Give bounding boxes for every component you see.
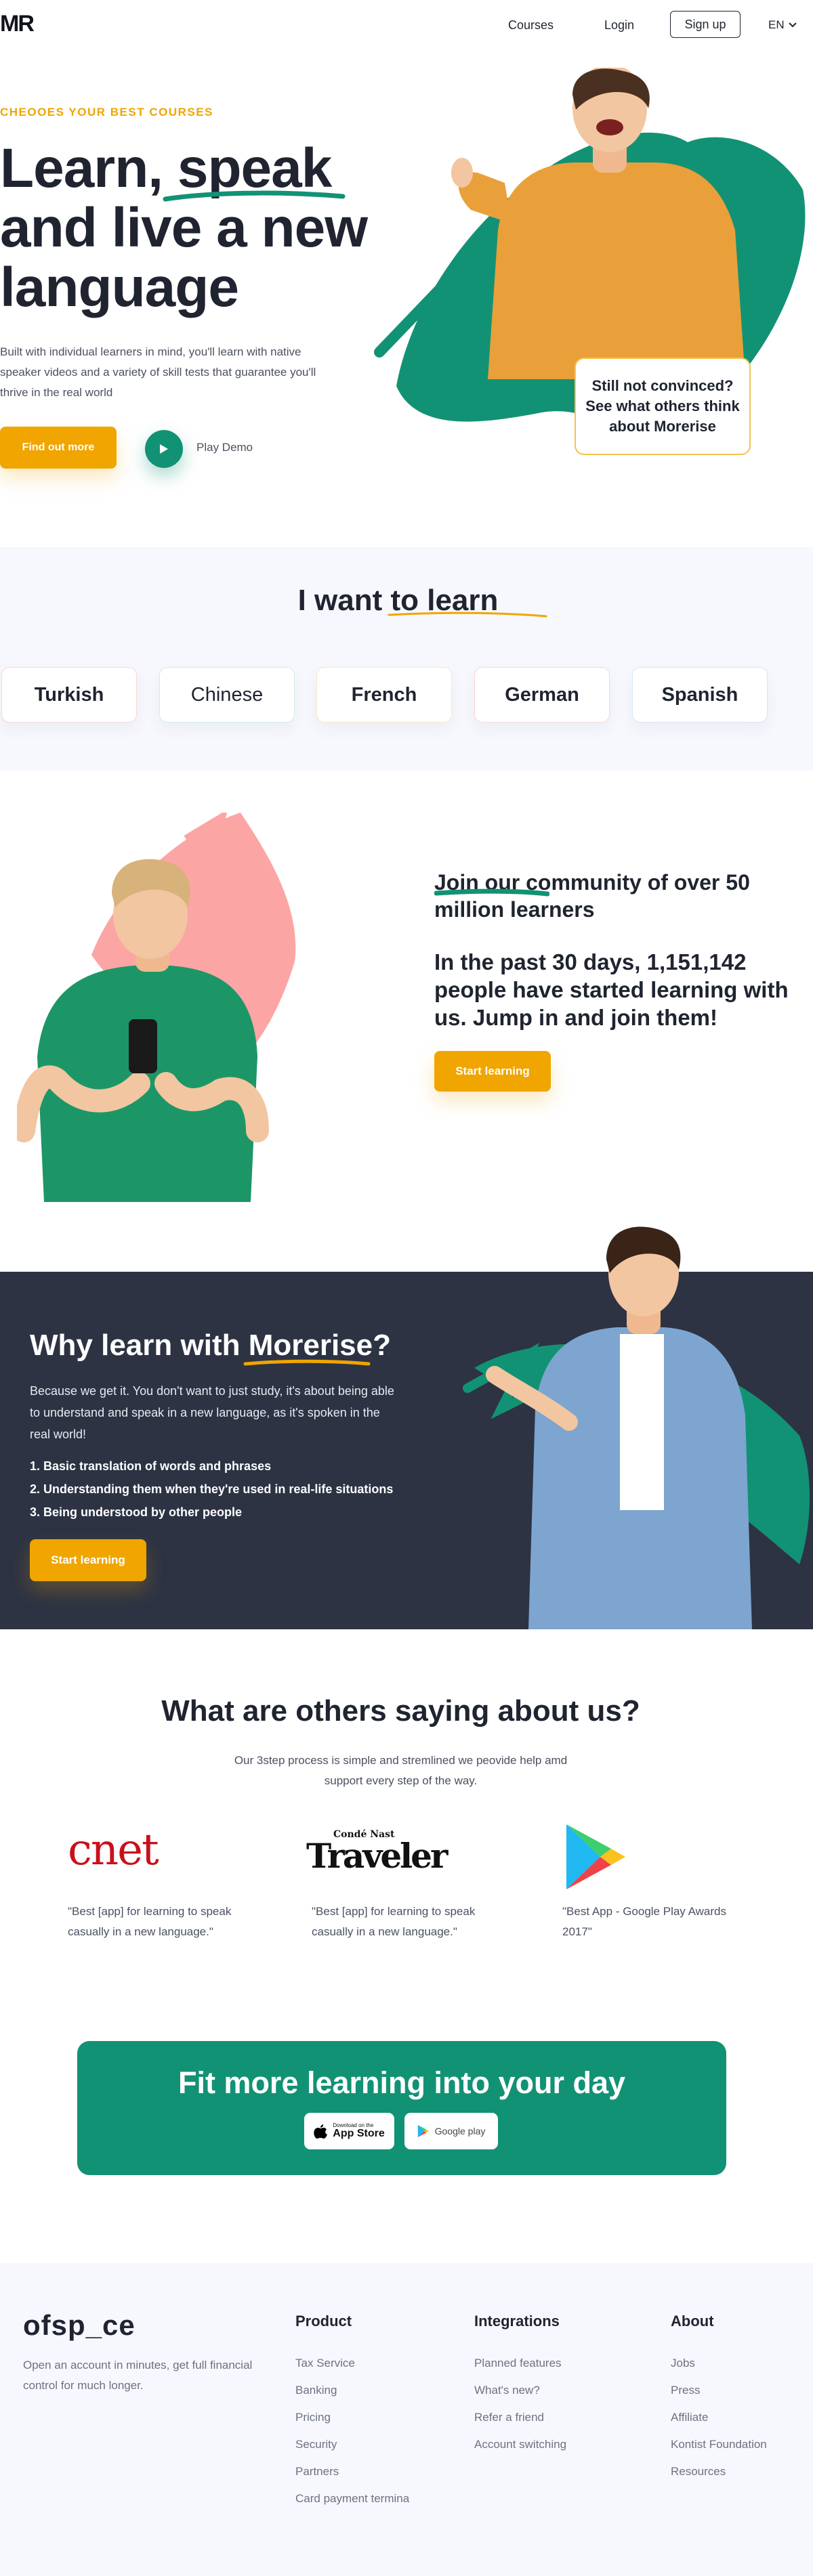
hero-title: Learn, speak and live a new language xyxy=(0,139,379,318)
testimonial-quote: "Best App - Google Play Awards 2017" xyxy=(562,1905,726,1938)
language-label: EN xyxy=(768,18,785,31)
footer-link[interactable]: Account switching xyxy=(474,2431,566,2458)
community-underline-stroke xyxy=(434,888,549,897)
band-title: Fit more learning into your day xyxy=(178,2065,626,2100)
app-download-band xyxy=(77,2041,726,2175)
testimonial-quote: "Best [app] for learning to speak casual… xyxy=(68,1905,232,1938)
title-underline-stroke xyxy=(163,190,346,202)
language-card-french[interactable]: French xyxy=(316,667,452,723)
start-learning-button[interactable]: Start learning xyxy=(434,1051,551,1092)
language-card-german[interactable]: German xyxy=(474,667,610,723)
footer-link[interactable]: Security xyxy=(295,2431,409,2458)
google-play-icon xyxy=(417,2124,429,2138)
footer-link[interactable]: Jobs xyxy=(671,2350,767,2377)
testimonials-title: What are others saying about us? xyxy=(161,1694,640,1727)
language-card-spanish[interactable]: Spanish xyxy=(632,667,768,723)
hero-eyebrow: CHEOOES YOUR BEST COURSES xyxy=(0,106,213,119)
language-card-chinese[interactable]: Chinese xyxy=(159,667,295,723)
hero-title-line-2: and live a new xyxy=(0,197,368,259)
nav-login-link[interactable]: Login xyxy=(604,18,634,33)
footer-description: Open an account in minutes, get full fin… xyxy=(23,2359,253,2392)
google-play-badge[interactable]: Google play xyxy=(404,2113,498,2149)
play-icon xyxy=(160,444,168,454)
footer-links-integrations: Planned features What's new? Refer a fri… xyxy=(474,2350,566,2458)
list-item: 3. Being understood by other people xyxy=(30,1505,243,1519)
orange-sweater xyxy=(488,163,745,379)
hero-description: Built with individual learners in mind, … xyxy=(0,345,316,399)
hero-title-line-3: language xyxy=(0,257,239,318)
traveler-logo: Condé Nast Traveler xyxy=(306,1829,448,1876)
play-demo-button[interactable] xyxy=(145,430,183,468)
footer-heading-integrations: Integrations xyxy=(474,2313,560,2330)
phone-shape xyxy=(129,1019,157,1073)
start-learning-button[interactable]: Start learning xyxy=(30,1539,146,1581)
community-illustration xyxy=(17,813,296,1202)
community-stat: In the past 30 days, 1,151,142 people ha… xyxy=(434,949,789,1030)
brand-logo[interactable]: MR xyxy=(0,11,35,37)
footer-link[interactable]: Pricing xyxy=(295,2404,409,2431)
language-selector[interactable]: EN xyxy=(768,18,797,32)
footer-link[interactable]: Banking xyxy=(295,2377,409,2404)
language-card-turkish[interactable]: Turkish xyxy=(1,667,137,723)
signup-button[interactable]: Sign up xyxy=(670,11,741,38)
google-play-label: Google play xyxy=(434,2126,486,2137)
testimonial-quote: "Best [app] for learning to speak casual… xyxy=(312,1905,476,1938)
footer-heading-about: About xyxy=(671,2313,714,2330)
footer-link[interactable]: Tax Service xyxy=(295,2350,409,2377)
apple-icon xyxy=(314,2124,328,2139)
find-out-more-button[interactable]: Find out more xyxy=(0,427,117,469)
google-play-icon xyxy=(566,1824,625,1889)
list-item: 1. Basic translation of words and phrase… xyxy=(30,1459,272,1473)
list-item: 2. Understanding them when they're used … xyxy=(30,1482,394,1496)
why-underline-stroke xyxy=(243,1359,371,1366)
testimonial-teaser-card[interactable]: Still not convinced? See what others thi… xyxy=(575,358,751,455)
why-illustration xyxy=(463,1226,810,1629)
cnet-logo: cnet xyxy=(68,1825,159,1875)
footer-link[interactable]: Kontist Foundation xyxy=(671,2431,767,2458)
footer-heading-product: Product xyxy=(295,2313,352,2330)
footer-link[interactable]: Resources xyxy=(671,2458,767,2485)
footer-link[interactable]: Affiliate xyxy=(671,2404,767,2431)
footer-link[interactable]: Press xyxy=(671,2377,767,2404)
why-description: Because we get it. You don't want to jus… xyxy=(30,1384,394,1441)
footer-logo[interactable]: ofsp_ce xyxy=(23,2309,136,2342)
why-steps-list: 1. Basic translation of words and phrase… xyxy=(30,1455,409,1524)
nav-courses-link[interactable]: Courses xyxy=(508,18,554,33)
play-demo-label[interactable]: Play Demo xyxy=(196,441,253,454)
footer-link[interactable]: Card payment termina xyxy=(295,2485,409,2512)
footer-links-product: Tax Service Banking Pricing Security Par… xyxy=(295,2350,409,2512)
testimonials-subtitle: Our 3step process is simple and stremlin… xyxy=(234,1754,568,1787)
learn-section xyxy=(0,547,813,771)
footer-link[interactable]: What's new? xyxy=(474,2377,566,2404)
footer-link[interactable]: Partners xyxy=(295,2458,409,2485)
footer-link[interactable]: Refer a friend xyxy=(474,2404,566,2431)
app-store-badge[interactable]: Download on the App Store xyxy=(304,2113,394,2149)
chevron-down-icon xyxy=(788,22,797,28)
footer-link[interactable]: Planned features xyxy=(474,2350,566,2377)
learn-underline-stroke xyxy=(388,611,547,618)
app-store-label: App Store xyxy=(333,2128,385,2139)
footer-links-about: Jobs Press Affiliate Kontist Foundation … xyxy=(671,2350,767,2485)
